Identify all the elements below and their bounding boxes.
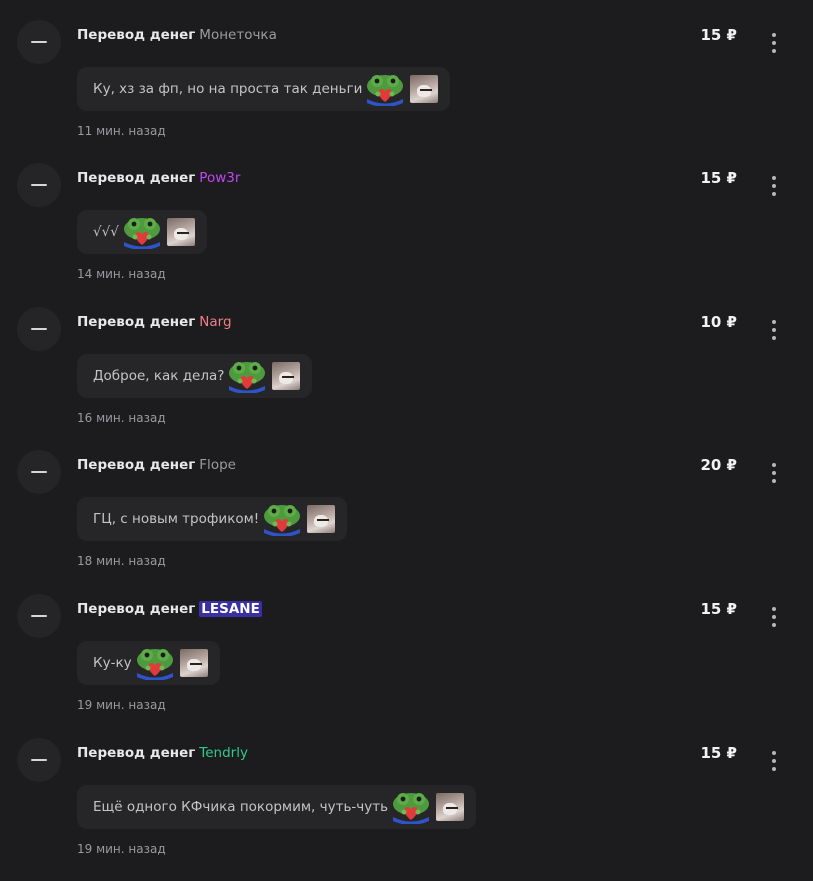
- transfer-type: Перевод денег: [77, 314, 196, 330]
- transfer-type: Перевод денег: [77, 170, 196, 186]
- transfer-type: Перевод денег: [77, 745, 196, 761]
- cat-emoji: [410, 75, 439, 103]
- transfer-item: Перевод денег Narg 10 ₽ Доброе, как дела?…: [0, 307, 813, 450]
- minus-icon: [31, 471, 47, 473]
- transfer-amount: 15 ₽: [700, 169, 737, 187]
- message-bubble: √√√: [77, 210, 207, 254]
- transfer-type: Перевод денег: [77, 457, 196, 473]
- more-vertical-icon[interactable]: [769, 607, 779, 627]
- more-vertical-icon[interactable]: [769, 463, 779, 483]
- message-text: √√√: [93, 224, 119, 240]
- message-text: Ещё одного КФчика покормим, чуть-чуть: [93, 799, 389, 815]
- minus-icon: [31, 328, 47, 330]
- sender-name[interactable]: Монеточка: [199, 27, 277, 43]
- more-vertical-icon[interactable]: [769, 176, 779, 196]
- message-bubble: Ещё одного КФчика покормим, чуть-чуть: [77, 785, 477, 829]
- timestamp: 11 мин. назад: [77, 124, 166, 138]
- transfer-amount: 10 ₽: [700, 313, 737, 331]
- message-bubble: Ку, хз за фп, но на проста так деньги: [77, 67, 451, 111]
- transfer-title: Перевод денег Монеточка: [77, 26, 277, 44]
- frog-heart-emoji: [393, 793, 430, 824]
- transfer-item: Перевод денег Pow3r 15 ₽ √√√ 14 мин. наза…: [0, 163, 813, 306]
- message-text: Ку, хз за фп, но на проста так деньги: [93, 81, 363, 97]
- more-vertical-icon[interactable]: [769, 33, 779, 53]
- avatar: [17, 450, 61, 494]
- cat-emoji: [179, 649, 208, 677]
- sender-name[interactable]: Narg: [199, 314, 231, 330]
- sender-name[interactable]: Tendrly: [199, 745, 248, 761]
- avatar: [17, 163, 61, 207]
- donation-feed: Перевод денег Монеточка 15 ₽ Ку, хз за фп…: [0, 0, 813, 860]
- avatar: [17, 594, 61, 638]
- transfer-amount: 15 ₽: [700, 26, 737, 44]
- more-vertical-icon[interactable]: [769, 751, 779, 771]
- message-bubble: Ку-ку: [77, 641, 220, 685]
- cat-emoji: [307, 505, 336, 533]
- avatar: [17, 307, 61, 351]
- more-vertical-icon[interactable]: [769, 320, 779, 340]
- avatar: [17, 20, 61, 64]
- transfer-item: Перевод денег Монеточка 15 ₽ Ку, хз за фп…: [0, 20, 813, 163]
- transfer-type: Перевод денег: [77, 27, 196, 43]
- transfer-title: Перевод денег Pow3r: [77, 169, 240, 187]
- minus-icon: [31, 615, 47, 617]
- transfer-title: Перевод денег Flope: [77, 456, 236, 474]
- message-text: ГЦ, с новым трофиком!: [93, 511, 260, 527]
- message-bubble: Доброе, как дела?: [77, 354, 313, 398]
- transfer-amount: 15 ₽: [700, 744, 737, 762]
- minus-icon: [31, 759, 47, 761]
- avatar: [17, 738, 61, 782]
- timestamp: 19 мин. назад: [77, 842, 166, 856]
- transfer-amount: 20 ₽: [700, 456, 737, 474]
- timestamp: 16 мин. назад: [77, 411, 166, 425]
- transfer-amount: 15 ₽: [700, 600, 737, 618]
- transfer-item: Перевод денег Flope 20 ₽ ГЦ, с новым троф…: [0, 450, 813, 593]
- transfer-title: Перевод денег Tendrly: [77, 744, 248, 762]
- frog-heart-emoji: [264, 505, 301, 536]
- sender-name[interactable]: Flope: [199, 457, 236, 473]
- minus-icon: [31, 41, 47, 43]
- frog-heart-emoji: [367, 75, 404, 106]
- sender-name[interactable]: Pow3r: [199, 170, 240, 186]
- transfer-item: Перевод денег LESANE 15 ₽ Ку-ку 19 мин. н…: [0, 594, 813, 737]
- timestamp: 19 мин. назад: [77, 698, 166, 712]
- frog-heart-emoji: [136, 649, 173, 680]
- timestamp: 14 мин. назад: [77, 267, 166, 281]
- message-text: Доброе, как дела?: [93, 368, 225, 384]
- minus-icon: [31, 184, 47, 186]
- transfer-title: Перевод денег LESANE: [77, 600, 262, 618]
- sender-name[interactable]: LESANE: [199, 601, 262, 617]
- cat-emoji: [436, 793, 465, 821]
- transfer-type: Перевод денег: [77, 601, 196, 617]
- message-text: Ку-ку: [93, 655, 132, 671]
- timestamp: 18 мин. назад: [77, 554, 166, 568]
- message-bubble: ГЦ, с новым трофиком!: [77, 497, 348, 541]
- transfer-title: Перевод денег Narg: [77, 313, 232, 331]
- frog-heart-emoji: [229, 362, 266, 393]
- frog-heart-emoji: [123, 218, 160, 249]
- cat-emoji: [166, 218, 195, 246]
- cat-emoji: [272, 362, 301, 390]
